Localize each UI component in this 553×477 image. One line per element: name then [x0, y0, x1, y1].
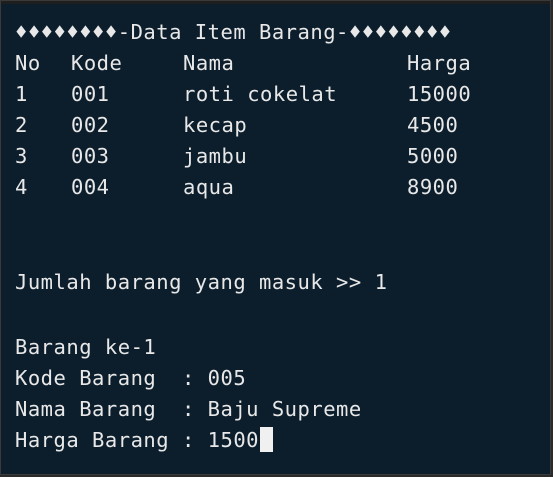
row-harga: 4500: [407, 113, 459, 137]
table-column-headers: No Kode Nama Harga: [15, 48, 471, 79]
kode-barang-line: Kode Barang : 005: [15, 366, 247, 390]
nama-barang-line: Nama Barang : Baju Supreme: [15, 397, 362, 421]
row-nama: kecap: [183, 113, 248, 137]
row-kode: 002: [71, 113, 110, 137]
harga-barang-line[interactable]: Harga Barang : 1500: [15, 425, 273, 456]
row-harga: 5000: [407, 144, 459, 168]
entry-title: Barang ke-1: [15, 335, 157, 359]
row-kode: 003: [71, 144, 110, 168]
item-count-prompt: Jumlah barang yang masuk >> 1: [15, 270, 388, 294]
terminal-top-border: [1, 1, 550, 4]
row-harga: 8900: [407, 175, 459, 199]
table-header-title: ♦♦♦♦♦♦♦♦-Data Item Barang-♦♦♦♦♦♦♦♦: [15, 20, 452, 44]
column-harga: Harga: [407, 51, 472, 75]
table-row: 2 002 kecap 4500: [15, 110, 458, 141]
table-row: 1 001 roti cokelat 15000: [15, 79, 471, 110]
row-kode: 001: [71, 82, 110, 106]
harga-barang-input[interactable]: Harga Barang : 1500: [15, 428, 259, 452]
row-harga: 15000: [407, 82, 472, 106]
row-nama: jambu: [183, 144, 248, 168]
row-no: 4: [15, 175, 28, 199]
table-row: 4 004 aqua 8900: [15, 172, 458, 203]
row-no: 2: [15, 113, 28, 137]
row-nama: roti cokelat: [183, 82, 338, 106]
column-kode: Kode: [71, 51, 123, 75]
row-no: 1: [15, 82, 28, 106]
text-cursor: [260, 427, 273, 452]
column-no: No: [15, 51, 41, 75]
row-no: 3: [15, 144, 28, 168]
terminal-window[interactable]: ♦♦♦♦♦♦♦♦-Data Item Barang-♦♦♦♦♦♦♦♦ No Ko…: [0, 0, 551, 475]
table-row: 3 003 jambu 5000: [15, 141, 458, 172]
column-nama: Nama: [183, 51, 235, 75]
row-kode: 004: [71, 175, 110, 199]
row-nama: aqua: [183, 175, 235, 199]
